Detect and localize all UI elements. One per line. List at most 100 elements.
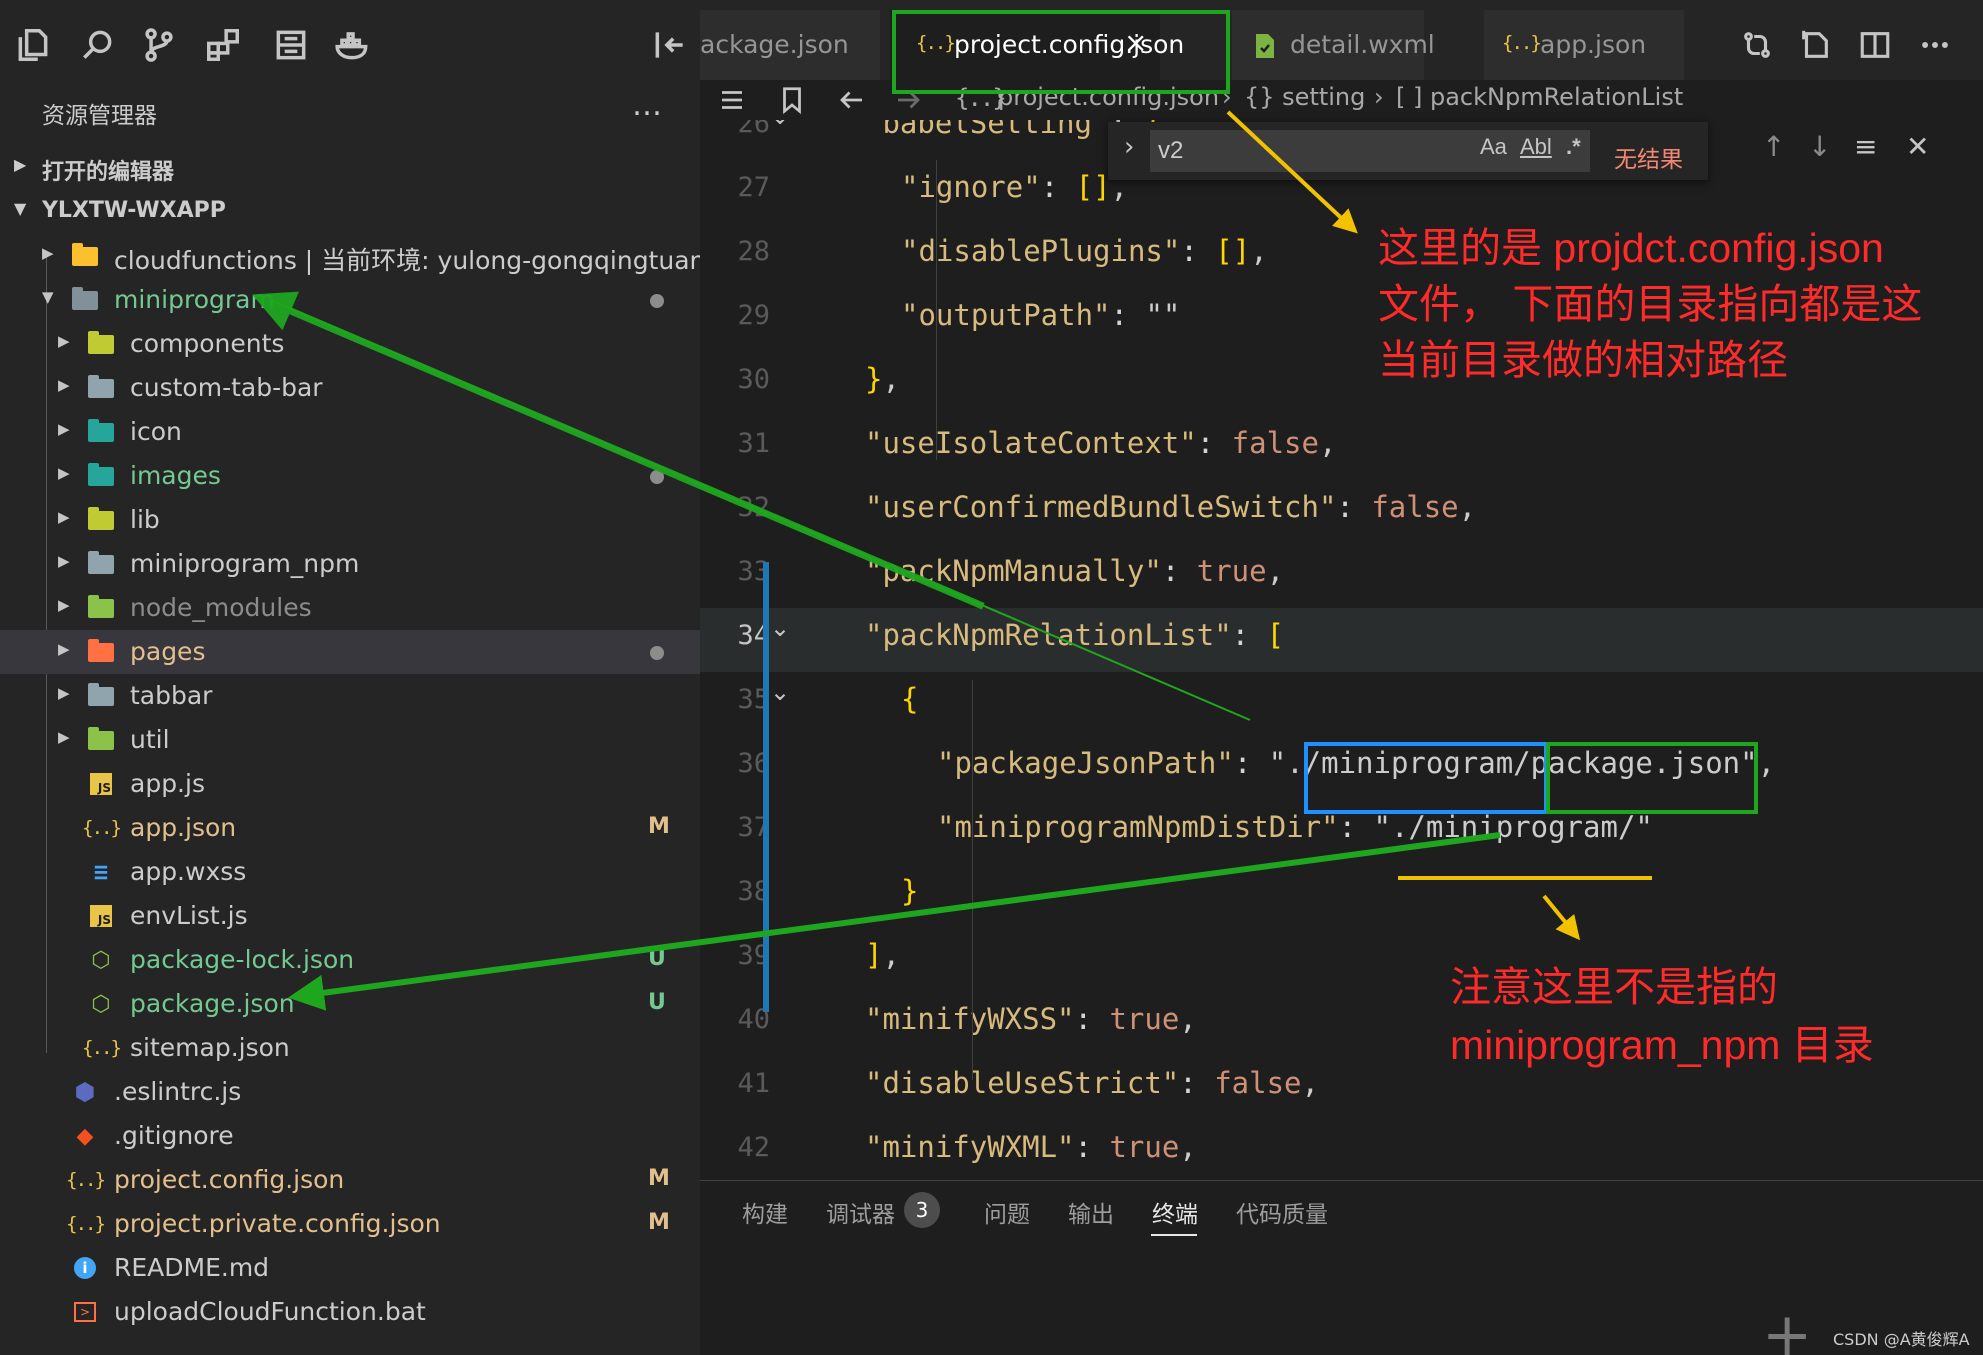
line-number: 29 [737, 300, 770, 331]
tree-item[interactable]: i README.md [0, 1246, 700, 1290]
outline-list-icon[interactable] [712, 80, 752, 120]
modified-lines-indicator [763, 562, 769, 1012]
tree-item-label: lib [130, 505, 160, 534]
chevron-right-icon[interactable]: › [1124, 132, 1134, 162]
annotation-line: miniprogram_npm 目录 [1450, 1022, 1874, 1068]
more-icon[interactable] [1910, 20, 1960, 70]
more-actions-icon[interactable]: … [632, 88, 663, 123]
close-find-icon[interactable]: ✕ [1906, 130, 1929, 163]
bookmark-icon[interactable] [772, 80, 812, 120]
tree-item[interactable]: ▶ miniprogram_npm [0, 542, 700, 586]
tab-problems[interactable]: 问题 [984, 1195, 1030, 1229]
search-icon[interactable] [72, 20, 122, 70]
chevron-right-icon: ▶ [58, 420, 70, 438]
git-status-badge: M [648, 814, 670, 839]
tree-item[interactable]: ▶ custom-tab-bar [0, 366, 700, 410]
line-number: 37 [737, 812, 770, 843]
fold-chevron-icon[interactable]: ⌄ [770, 120, 790, 130]
previous-match-icon[interactable]: ↑ [1762, 130, 1785, 163]
chevron-right-icon: ▶ [58, 332, 70, 350]
tree-item[interactable]: ▶ pages [0, 630, 700, 674]
annotation-line: 文件， 下面的目录指向都是这 [1378, 281, 1923, 327]
source-control-icon[interactable] [134, 20, 184, 70]
compare-changes-icon[interactable] [1732, 20, 1782, 70]
add-icon[interactable]: + [1762, 1305, 1812, 1355]
line-number: 31 [737, 428, 770, 459]
tree-item-label: .eslintrc.js [114, 1077, 242, 1106]
folder-icon [88, 726, 114, 753]
tree-item[interactable]: ◆ .gitignore [0, 1114, 700, 1158]
tree-item[interactable]: ▶ tabbar [0, 674, 700, 718]
open-changes-icon[interactable] [1790, 20, 1840, 70]
split-editor-icon[interactable] [1850, 20, 1900, 70]
tab-package-json[interactable]: ackage.json [700, 10, 880, 80]
tree-item[interactable]: ⬡ package-lock.json U [0, 938, 700, 982]
highlight-box-file [1546, 742, 1758, 814]
tree-item[interactable]: ▼ miniprogram [0, 278, 700, 322]
files-icon[interactable] [8, 20, 58, 70]
tab-app-json[interactable]: {..} app.json [1484, 10, 1684, 80]
storage-icon[interactable] [266, 20, 316, 70]
code-line: 38} [700, 864, 1983, 928]
tree-item[interactable]: {..} project.private.config.json M [0, 1202, 700, 1246]
json-file-icon: {..} [66, 1213, 106, 1235]
folder-icon [88, 418, 114, 445]
modified-dot [650, 470, 664, 484]
find-in-selection-icon[interactable]: ≡ [1854, 130, 1877, 163]
regex-toggle[interactable]: .* [1566, 134, 1581, 160]
tree-item-label: app.json [130, 813, 237, 842]
fold-chevron-icon[interactable]: ⌄ [770, 678, 790, 706]
tab-output[interactable]: 输出 [1068, 1195, 1114, 1229]
tab-build[interactable]: 构建 [742, 1195, 788, 1229]
chevron-down-icon: ▼ [42, 288, 54, 306]
tree-item[interactable]: ▶ icon [0, 410, 700, 454]
tree-item[interactable]: ▶ util [0, 718, 700, 762]
chevron-right-icon: ▶ [58, 684, 70, 702]
breadcrumb-packnpm[interactable]: [ ] packNpmRelationList [1396, 83, 1683, 111]
tree-item[interactable]: JS app.js [0, 762, 700, 806]
tab-code-quality[interactable]: 代码质量 [1236, 1195, 1328, 1229]
eslint-file-icon: ⬢ [74, 1078, 96, 1106]
tree-item[interactable]: ▶ components [0, 322, 700, 366]
git-file-icon: ◆ [76, 1123, 94, 1149]
tree-item-label: app.wxss [130, 857, 247, 886]
match-case-toggle[interactable]: Aa [1480, 134, 1507, 160]
tree-item[interactable]: JS envList.js [0, 894, 700, 938]
chevron-right-icon: ▶ [58, 596, 70, 614]
tab-debugger[interactable]: 调试器 [826, 1195, 895, 1229]
section-open-editors[interactable]: ▶ 打开的编辑器 [0, 146, 700, 190]
tree-item[interactable]: ▶ node_modules [0, 586, 700, 630]
next-match-icon[interactable]: ↓ [1808, 130, 1831, 163]
line-number: 40 [737, 1004, 770, 1035]
fold-chevron-icon[interactable]: ⌄ [770, 614, 790, 642]
tree-item[interactable]: ⬢ .eslintrc.js [0, 1070, 700, 1114]
section-workspace[interactable]: ▼ YLXTW-WXAPP [0, 190, 700, 234]
tab-detail-wxml[interactable]: detail.wxml [1232, 10, 1435, 80]
tree-item[interactable]: {..} sitemap.json [0, 1026, 700, 1070]
tree-item-label: project.config.json [114, 1165, 345, 1194]
docker-icon[interactable] [328, 20, 378, 70]
tab-label: app.json [1540, 30, 1647, 59]
breadcrumb-setting[interactable]: {} setting [1244, 83, 1365, 111]
line-number: 35 [737, 684, 770, 715]
code-text: "minifyWXML": true, [865, 1130, 1197, 1164]
code-text: }, [865, 362, 900, 396]
back-arrow-icon[interactable] [832, 80, 872, 120]
extensions-icon[interactable] [198, 20, 248, 70]
json-file-icon: {..} [66, 1169, 106, 1191]
annotation-line: 这里的是 projdct.config.json [1378, 225, 1884, 271]
tab-terminal[interactable]: 终端 [1152, 1195, 1198, 1229]
tree-item[interactable]: ▶ images [0, 454, 700, 498]
tree-item[interactable]: > uploadCloudFunction.bat [0, 1290, 700, 1334]
tree-item[interactable]: ⬡ package.json U [0, 982, 700, 1026]
code-text: } [901, 874, 919, 908]
tree-item[interactable]: {..} project.config.json M [0, 1158, 700, 1202]
whole-word-toggle[interactable]: Abl [1520, 134, 1552, 160]
code-text: "packNpmManually": true, [865, 554, 1285, 588]
tree-item[interactable]: {..} app.json M [0, 806, 700, 850]
tree-item[interactable]: ≡ app.wxss [0, 850, 700, 894]
tree-item[interactable]: ▶ cloudfunctions | 当前环境: yulong-gongqingt… [0, 234, 705, 278]
code-line: 33 "packNpmManually": true, [700, 544, 1983, 608]
collapse-panel-icon[interactable] [645, 20, 695, 70]
tree-item[interactable]: ▶ lib [0, 498, 700, 542]
